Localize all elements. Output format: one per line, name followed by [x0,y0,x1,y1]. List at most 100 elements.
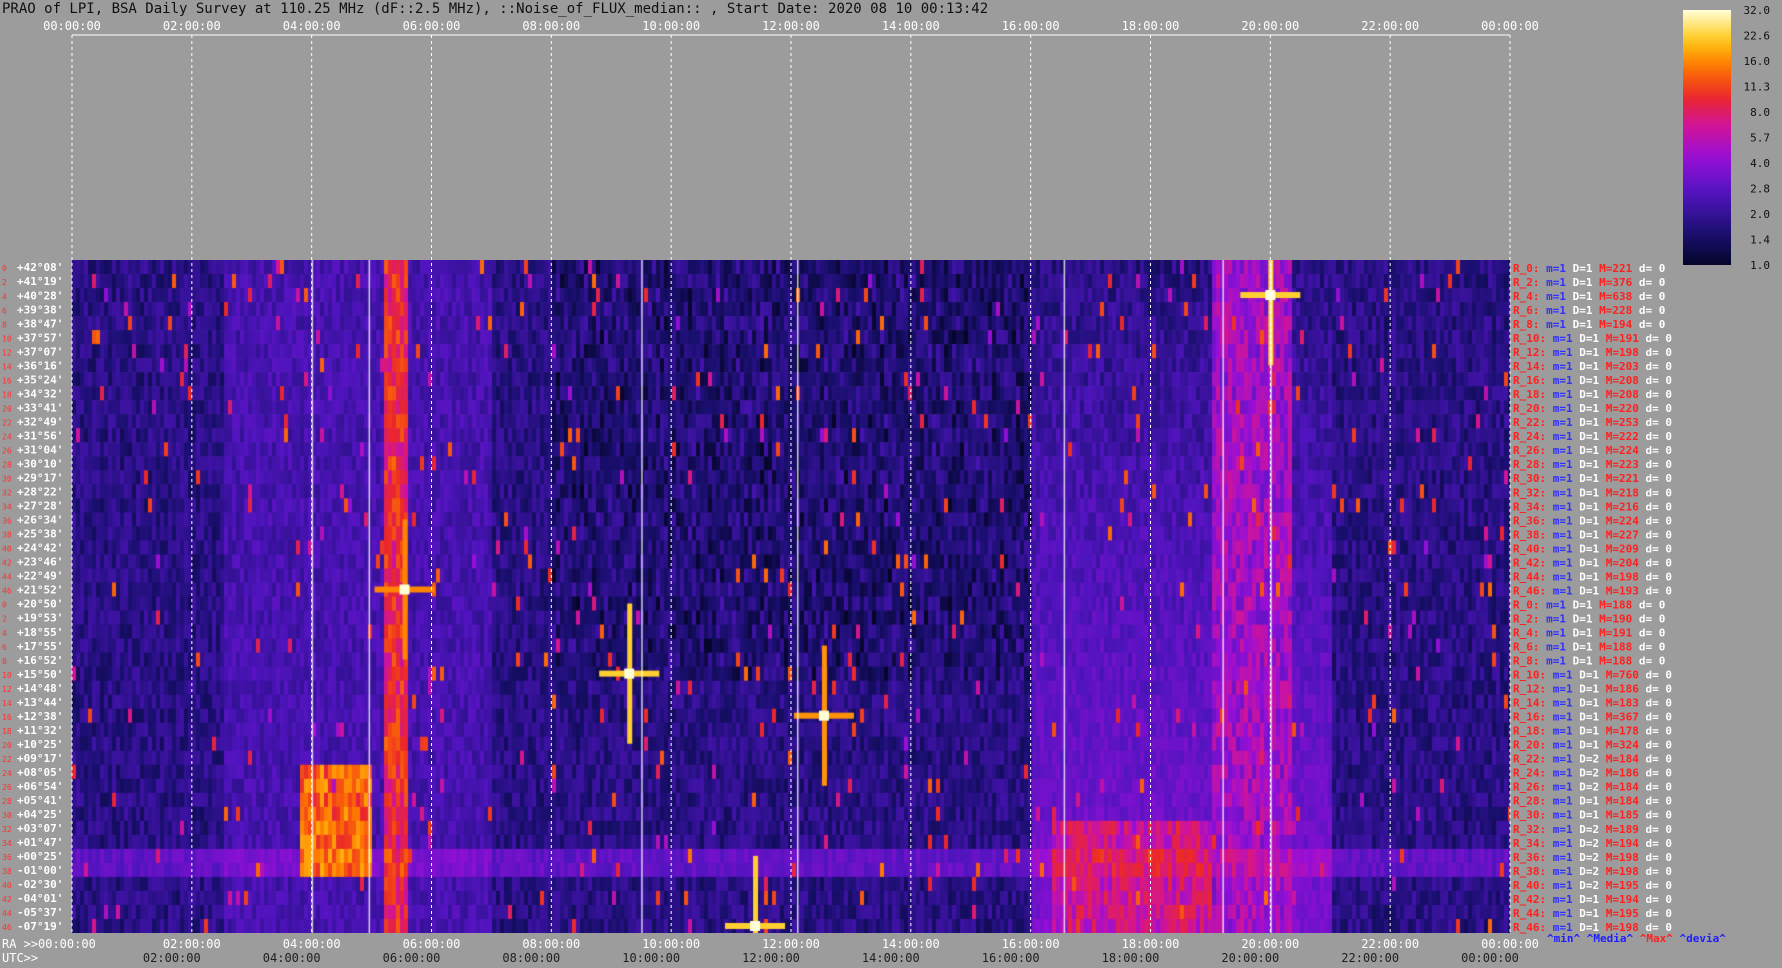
top-tick-label: 00:00:00 [1481,19,1539,33]
row-stat: R_4: m=1 D=1 M=191 d= 0 [1513,626,1665,639]
dec-tick-label: +41°19' [17,275,63,288]
row-index-label: 14 [2,699,12,708]
dec-tick-label: +22°49' [17,570,63,583]
dec-tick-label: +20°50' [17,598,63,611]
row-index-label: 40 [2,545,12,554]
colorbar-tick-label: 8.0 [1750,106,1770,119]
top-tick-label: 00:00:00 [43,19,101,33]
utc-tick-label: 04:00:00 [263,951,321,965]
ra-tick-label: 02:00:00 [163,937,221,951]
dec-tick-label: +31°56' [17,429,63,442]
dec-tick-label: +38°47' [17,317,63,330]
utc-tick-label: 16:00:00 [982,951,1040,965]
row-stat: R_16: m=1 D=1 M=208 d= 0 [1513,374,1672,387]
row-stat: R_30: m=1 D=1 M=185 d= 0 [1513,809,1672,822]
row-index-label: 40 [2,881,12,890]
dec-tick-label: +18°55' [17,626,63,639]
dec-tick-label: +40°28' [17,289,63,302]
row-index-label: 4 [2,629,7,638]
row-stat: R_30: m=1 D=1 M=221 d= 0 [1513,472,1672,485]
row-index-label: 42 [2,559,12,568]
dec-tick-label: +13°44' [17,696,63,709]
row-index-label: 24 [2,432,12,441]
colorbar-tick-label: 1.0 [1750,259,1770,272]
row-index-label: 6 [2,643,7,652]
row-index-label: 46 [2,923,12,932]
dec-tick-label: +14°48' [17,682,63,695]
colorbar-tick-label: 4.0 [1750,157,1770,170]
row-index-label: 38 [2,867,12,876]
row-stat: R_14: m=1 D=1 M=183 d= 0 [1513,697,1672,710]
utc-tick-label: 14:00:00 [862,951,920,965]
dec-tick-label: +29°17' [17,472,63,485]
row-index-label: 30 [2,811,12,820]
row-stat: R_2: m=1 D=1 M=376 d= 0 [1513,276,1665,289]
row-index-label: 22 [2,755,12,764]
row-stat: R_36: m=1 D=2 M=198 d= 0 [1513,851,1672,864]
row-index-label: 16 [2,376,12,385]
row-stat: R_2: m=1 D=1 M=190 d= 0 [1513,612,1665,625]
dec-tick-label: +37°57' [17,331,63,344]
row-stat: R_44: m=1 D=1 M=195 d= 0 [1513,907,1672,920]
row-stat: R_20: m=1 D=1 M=324 d= 0 [1513,739,1672,752]
dec-tick-label: +01°47' [17,836,63,849]
row-index-label: 20 [2,741,12,750]
row-stat: R_22: m=1 D=2 M=184 d= 0 [1513,753,1672,766]
dec-tick-label: +30°10' [17,458,63,471]
dec-tick-label: +26°34' [17,514,63,527]
row-index-label: 18 [2,727,12,736]
dec-tick-label: +00°25' [17,850,63,863]
ra-tick-label: 18:00:00 [1122,937,1180,951]
row-stat: R_42: m=1 D=1 M=204 d= 0 [1513,556,1672,569]
row-stat: R_14: m=1 D=1 M=203 d= 0 [1513,360,1672,373]
row-index-label: 32 [2,825,12,834]
row-index-label: 36 [2,517,12,526]
dec-tick-label: +27°28' [17,500,63,513]
ra-tick-label: 00:00:00 [38,937,96,951]
top-tick-label: 16:00:00 [1002,19,1060,33]
row-stat: R_0: m=1 D=1 M=188 d= 0 [1513,598,1665,611]
utc-tick-label: 20:00:00 [1221,951,1279,965]
dec-tick-label: +21°52' [17,584,63,597]
utc-tick-label: 00:00:00 [1461,951,1519,965]
ra-tick-label: 16:00:00 [1002,937,1060,951]
dec-tick-label: +06°54' [17,780,63,793]
top-tick-label: 14:00:00 [882,19,940,33]
ra-prefix: RA >> [2,937,38,951]
dec-tick-label: +08°05' [17,766,63,779]
dec-tick-label: -05°37' [17,906,63,919]
top-tick-label: 18:00:00 [1122,19,1180,33]
dec-tick-label: -04°01' [17,892,63,905]
dec-tick-label: -01°00' [17,864,63,877]
colorbar: 32.0 22.6 16.0 11.3 8.0 5.7 4.0 2.8 2.0 1.4 1.0 [1683,4,1770,272]
dec-tick-label: +31°04' [17,443,63,456]
dec-tick-label: +03°07' [17,822,63,835]
row-stat: R_22: m=1 D=1 M=253 d= 0 [1513,416,1672,429]
utc-prefix: UTC>> [2,951,38,965]
row-stat: R_34: m=1 D=1 M=216 d= 0 [1513,500,1672,513]
dec-tick-label: +28°22' [17,486,63,499]
row-stat: R_38: m=1 D=1 M=227 d= 0 [1513,528,1672,541]
colorbar-tick-label: 22.6 [1744,30,1771,43]
row-index-label: 42 [2,895,12,904]
row-index-label: 10 [2,334,12,343]
ra-tick-label: 14:00:00 [882,937,940,951]
row-index-label: 8 [2,320,7,329]
row-stat: R_42: m=1 D=1 M=194 d= 0 [1513,893,1672,906]
row-stat: R_26: m=1 D=2 M=184 d= 0 [1513,781,1672,794]
utc-tick-label: 22:00:00 [1341,951,1399,965]
row-stat: R_8: m=1 D=1 M=188 d= 0 [1513,655,1665,668]
ra-tick-label: 22:00:00 [1361,937,1419,951]
row-index-label: 18 [2,390,12,399]
colorbar-tick-label: 5.7 [1750,132,1770,145]
utc-tick-label: 02:00:00 [143,951,201,965]
colorbar-gradient [1683,10,1731,265]
dec-tick-label: +39°38' [17,303,63,316]
row-index-label: 28 [2,461,12,470]
row-index-label: 4 [2,292,7,301]
dec-tick-label: +11°32' [17,724,63,737]
dec-tick-label: +04°25' [17,808,63,821]
dec-tick-label: +09°17' [17,752,63,765]
row-index-label: 22 [2,418,12,427]
dec-tick-label: +36°16' [17,359,63,372]
